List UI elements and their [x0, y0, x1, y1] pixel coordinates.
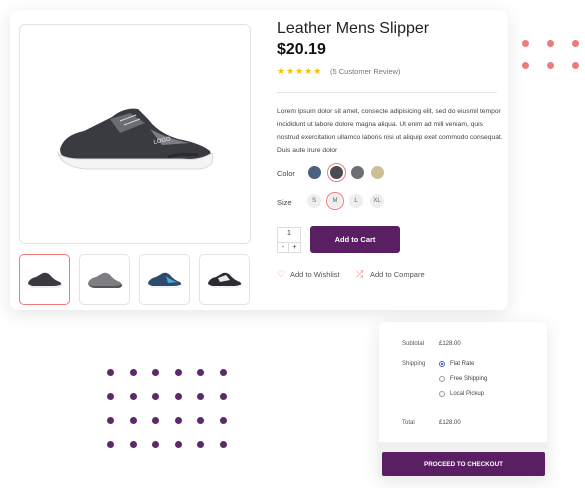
thumbnail-4[interactable] [199, 254, 250, 305]
decor-dot [129, 441, 137, 448]
size-option[interactable]: L [349, 194, 363, 208]
product-card: LOGO Leather Mens Slipper $20.19 ★★★★★ (… [10, 10, 508, 310]
product-price: $20.19 [277, 41, 326, 58]
decor-dot [107, 369, 114, 376]
shipping-option[interactable]: Local Pickup [450, 391, 484, 397]
shipping-option[interactable]: Flat Rate [450, 361, 474, 367]
color-swatch[interactable] [351, 166, 364, 179]
shipping-option[interactable]: Free Shipping [450, 376, 487, 382]
thumbnail-2[interactable] [79, 254, 130, 305]
decor-dot [152, 441, 159, 448]
decor-dot [522, 40, 529, 47]
decor-dot [174, 417, 182, 424]
shipping-label: Shipping [402, 361, 426, 367]
rating-stars-icon: ★★★★★ [277, 66, 323, 76]
decor-dot [107, 441, 114, 448]
decor-dot [152, 369, 159, 376]
quantity-decrease-button[interactable]: - [278, 242, 289, 252]
decor-dot [219, 393, 227, 400]
decor-dot [174, 441, 182, 448]
decor-dot [107, 393, 114, 400]
add-to-compare-link[interactable]: Add to Compare [370, 270, 425, 279]
subtotal-label: Subtotal [402, 341, 425, 347]
product-main-image[interactable]: LOGO [19, 24, 251, 244]
decor-dot [219, 417, 227, 424]
shipping-radio-pickup[interactable] [439, 391, 445, 397]
color-label: Color [277, 169, 295, 178]
decor-dot [219, 369, 227, 376]
cart-totals-card: Subtotal £128.00 Shipping Flat Rate Free… [379, 322, 547, 478]
shoe-thumb-icon [207, 272, 242, 288]
color-swatch[interactable] [308, 166, 321, 179]
decor-dot [197, 369, 204, 376]
product-description: Lorem ipsum dolor sit amet, consecte adi… [277, 108, 503, 154]
decor-dot [197, 417, 204, 424]
decor-dot [219, 441, 227, 448]
decor-dot [129, 369, 137, 376]
shoe-thumb-icon [87, 272, 122, 288]
decor-dot [129, 417, 137, 424]
color-swatch[interactable] [330, 166, 343, 179]
decor-dot [152, 393, 159, 400]
size-option[interactable]: XL [370, 194, 384, 208]
add-to-cart-button[interactable]: Add to Cart [310, 226, 400, 253]
add-to-wishlist-link[interactable]: Add to Wishlist [290, 270, 340, 279]
subtotal-value: £128.00 [439, 341, 461, 347]
decor-dot [174, 393, 182, 400]
decor-dot [572, 62, 579, 69]
thumbnail-1[interactable] [19, 254, 70, 305]
shoe-image: LOGO [56, 108, 214, 170]
decor-dot [197, 441, 204, 448]
total-label: Total [402, 420, 415, 426]
shoe-thumb-icon [27, 272, 62, 288]
size-label: Size [277, 198, 292, 207]
size-option[interactable]: S [307, 194, 321, 208]
proceed-to-checkout-button[interactable]: PROCEED TO CHECKOUT [382, 452, 545, 476]
decor-dot [522, 62, 529, 69]
product-title: Leather Mens Slipper [277, 20, 430, 37]
decor-dot [174, 369, 182, 376]
quantity-value[interactable]: 1 [278, 230, 300, 237]
decor-dot [107, 417, 114, 424]
total-value: £128.00 [439, 420, 461, 426]
quantity-stepper: 1 - + [277, 227, 301, 253]
decor-dot [152, 417, 159, 424]
decor-dot [572, 40, 579, 47]
color-swatch[interactable] [371, 166, 384, 179]
decor-dot [547, 62, 554, 69]
decor-dot [129, 393, 137, 400]
heart-icon: ♡ [277, 269, 286, 279]
shoe-thumb-icon [147, 272, 182, 288]
shipping-radio-flat-rate[interactable] [439, 361, 445, 367]
size-option[interactable]: M [328, 194, 342, 208]
divider [277, 92, 497, 93]
thumbnail-3[interactable] [139, 254, 190, 305]
shipping-radio-free[interactable] [439, 376, 445, 382]
review-count-link[interactable]: (5 Customer Review) [330, 67, 400, 76]
cart-totals-body: Subtotal £128.00 Shipping Flat Rate Free… [381, 324, 545, 446]
decor-dot [547, 40, 554, 47]
decor-dot [197, 393, 204, 400]
compare-icon: ⤮ [356, 269, 364, 279]
quantity-increase-button[interactable]: + [289, 242, 300, 252]
